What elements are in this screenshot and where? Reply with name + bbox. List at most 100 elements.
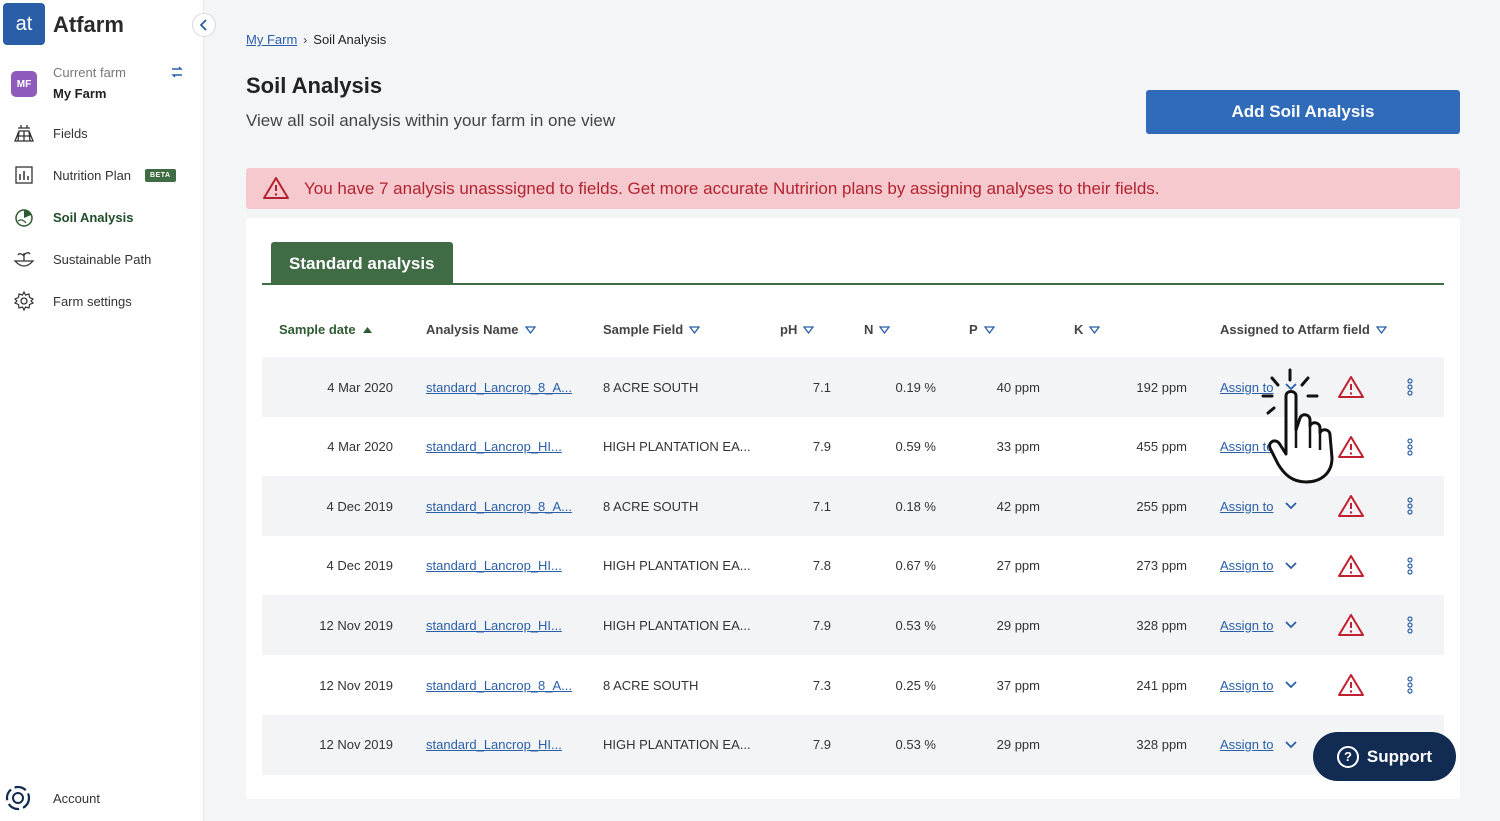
cell-row-menu	[1407, 476, 1413, 536]
support-button[interactable]: ? Support	[1313, 732, 1456, 781]
sidebar-item-account[interactable]: Account	[0, 782, 204, 814]
more-vertical-icon[interactable]	[1407, 557, 1413, 575]
breadcrumb: My Farm › Soil Analysis	[246, 32, 386, 47]
cell-p: 42 ppm	[962, 476, 1040, 536]
column-header-p[interactable]: P	[969, 322, 995, 337]
column-header-k[interactable]: K	[1074, 322, 1101, 337]
sidebar-item-farm-settings[interactable]: Farm settings	[0, 286, 204, 316]
cell-row-menu	[1407, 595, 1413, 655]
column-header-sample-field[interactable]: Sample Field	[603, 322, 701, 337]
cell-n: 0.53 %	[862, 595, 936, 655]
pointer-hand-icon	[1261, 368, 1334, 484]
analysis-name-link[interactable]: standard_Lancrop_HI...	[426, 618, 562, 633]
cell-p: 29 ppm	[962, 715, 1040, 775]
assign-to-link[interactable]: Assign to	[1220, 678, 1273, 693]
n-value: 0.25 %	[895, 677, 936, 693]
switch-farm-icon[interactable]	[170, 66, 184, 81]
chevron-left-icon	[200, 19, 207, 31]
cell-k: 192 ppm	[1082, 357, 1187, 417]
cell-row-menu	[1407, 536, 1413, 596]
account-label: Account	[53, 790, 100, 806]
assign-to-dropdown[interactable]: Assign to	[1220, 737, 1298, 752]
warning-icon[interactable]	[1337, 613, 1365, 637]
warning-icon[interactable]	[1337, 375, 1365, 399]
n-value: 0.59 %	[895, 439, 936, 455]
sustainable-icon	[13, 248, 35, 270]
cell-sample-field: HIGH PLANTATION EA...	[603, 715, 751, 775]
assign-to-dropdown[interactable]: Assign to	[1220, 558, 1298, 573]
table-row: 12 Nov 2019 standard_Lancrop_8_A... 8 ACRE…	[262, 655, 1444, 715]
cell-p: 37 ppm	[962, 655, 1040, 715]
sidebar-item-label: Soil Analysis	[53, 209, 134, 225]
cell-sample-date: 4 Mar 2020	[262, 417, 393, 477]
add-soil-analysis-button[interactable]: Add Soil Analysis	[1146, 90, 1460, 134]
column-header-analysis-name[interactable]: Analysis Name	[426, 322, 536, 337]
breadcrumb-link-my-farm[interactable]: My Farm	[246, 32, 297, 47]
analysis-name-link[interactable]: standard_Lancrop_8_A...	[426, 380, 572, 395]
warning-icon[interactable]	[1337, 673, 1365, 697]
cell-ph: 7.9	[762, 595, 831, 655]
ph-value: 7.9	[812, 617, 831, 633]
analysis-name-link[interactable]: standard_Lancrop_8_A...	[426, 499, 572, 514]
assign-to-link[interactable]: Assign to	[1220, 737, 1273, 752]
more-vertical-icon[interactable]	[1407, 676, 1413, 694]
current-farm-name[interactable]: My Farm	[53, 86, 106, 101]
column-header-sample-date[interactable]: Sample date	[279, 322, 373, 337]
sidebar-item-label: Fields	[53, 125, 88, 141]
more-vertical-icon[interactable]	[1407, 437, 1413, 456]
farm-avatar[interactable]: MF	[11, 71, 37, 97]
column-header-n[interactable]: N	[864, 322, 891, 337]
column-header-ph[interactable]: pH	[780, 322, 815, 337]
cell-assign: Assign to	[1220, 595, 1298, 655]
more-vertical-icon[interactable]	[1407, 497, 1413, 515]
p-value: 27 ppm	[996, 558, 1040, 574]
sample-date-text: 4 Dec 2019	[326, 558, 394, 574]
cell-n: 0.25 %	[862, 655, 936, 715]
sample-field-text: HIGH PLANTATION EA...	[603, 558, 751, 574]
tab-standard-analysis[interactable]: Standard analysis	[271, 242, 453, 285]
cell-analysis-name: standard_Lancrop_HI...	[426, 536, 562, 596]
assign-to-dropdown[interactable]: Assign to	[1220, 678, 1298, 693]
cell-k: 328 ppm	[1082, 595, 1187, 655]
sidebar-item-label: Sustainable Path	[53, 251, 152, 267]
assign-to-dropdown[interactable]: Assign to	[1220, 618, 1298, 633]
alert-text: You have 7 analysis unasssigned to field…	[304, 178, 1160, 198]
assign-to-dropdown[interactable]: Assign to	[1220, 499, 1298, 514]
chevron-down-icon	[1285, 502, 1298, 510]
analysis-name-link[interactable]: standard_Lancrop_HI...	[426, 558, 562, 573]
sample-field-text: HIGH PLANTATION EA...	[603, 439, 751, 455]
warning-icon[interactable]	[1337, 435, 1365, 459]
analysis-name-link[interactable]: standard_Lancrop_8_A...	[426, 678, 572, 693]
cell-warning	[1337, 536, 1365, 596]
sidebar-item-nutrition-plan[interactable]: Nutrition Plan BETA	[0, 160, 204, 190]
collapse-sidebar-button[interactable]	[192, 13, 216, 37]
analysis-name-link[interactable]: standard_Lancrop_HI...	[426, 737, 562, 752]
analysis-name-link[interactable]: standard_Lancrop_HI...	[426, 439, 562, 454]
sort-ascending-icon	[362, 326, 372, 333]
app-logo[interactable]: at	[3, 3, 45, 45]
n-value: 0.53 %	[895, 737, 936, 753]
cell-sample-date: 12 Nov 2019	[262, 655, 393, 715]
cell-analysis-name: standard_Lancrop_8_A...	[426, 357, 572, 417]
p-value: 29 ppm	[996, 617, 1040, 633]
sidebar-item-soil-analysis[interactable]: Soil Analysis	[0, 202, 204, 232]
assign-to-link[interactable]: Assign to	[1220, 558, 1273, 573]
more-vertical-icon[interactable]	[1407, 378, 1413, 396]
sidebar-item-fields[interactable]: Fields	[0, 118, 204, 148]
assign-to-link[interactable]: Assign to	[1220, 618, 1273, 633]
assign-to-link[interactable]: Assign to	[1220, 499, 1273, 514]
sidebar-item-sustainable-path[interactable]: Sustainable Path	[0, 244, 204, 274]
cell-analysis-name: standard_Lancrop_8_A...	[426, 655, 572, 715]
header-label: Analysis Name	[426, 322, 519, 337]
current-farm-label: Current farm	[53, 65, 126, 80]
cell-k: 328 ppm	[1082, 715, 1187, 775]
cell-ph: 7.9	[762, 417, 831, 477]
more-vertical-icon[interactable]	[1407, 616, 1413, 634]
warning-icon[interactable]	[1337, 554, 1365, 578]
column-header-assigned-field[interactable]: Assigned to Atfarm field	[1220, 322, 1387, 337]
sort-icon	[983, 325, 995, 334]
cell-analysis-name: standard_Lancrop_HI...	[426, 417, 562, 477]
warning-icon[interactable]	[1337, 494, 1365, 518]
cell-n: 0.53 %	[862, 715, 936, 775]
p-value: 40 ppm	[996, 379, 1040, 395]
